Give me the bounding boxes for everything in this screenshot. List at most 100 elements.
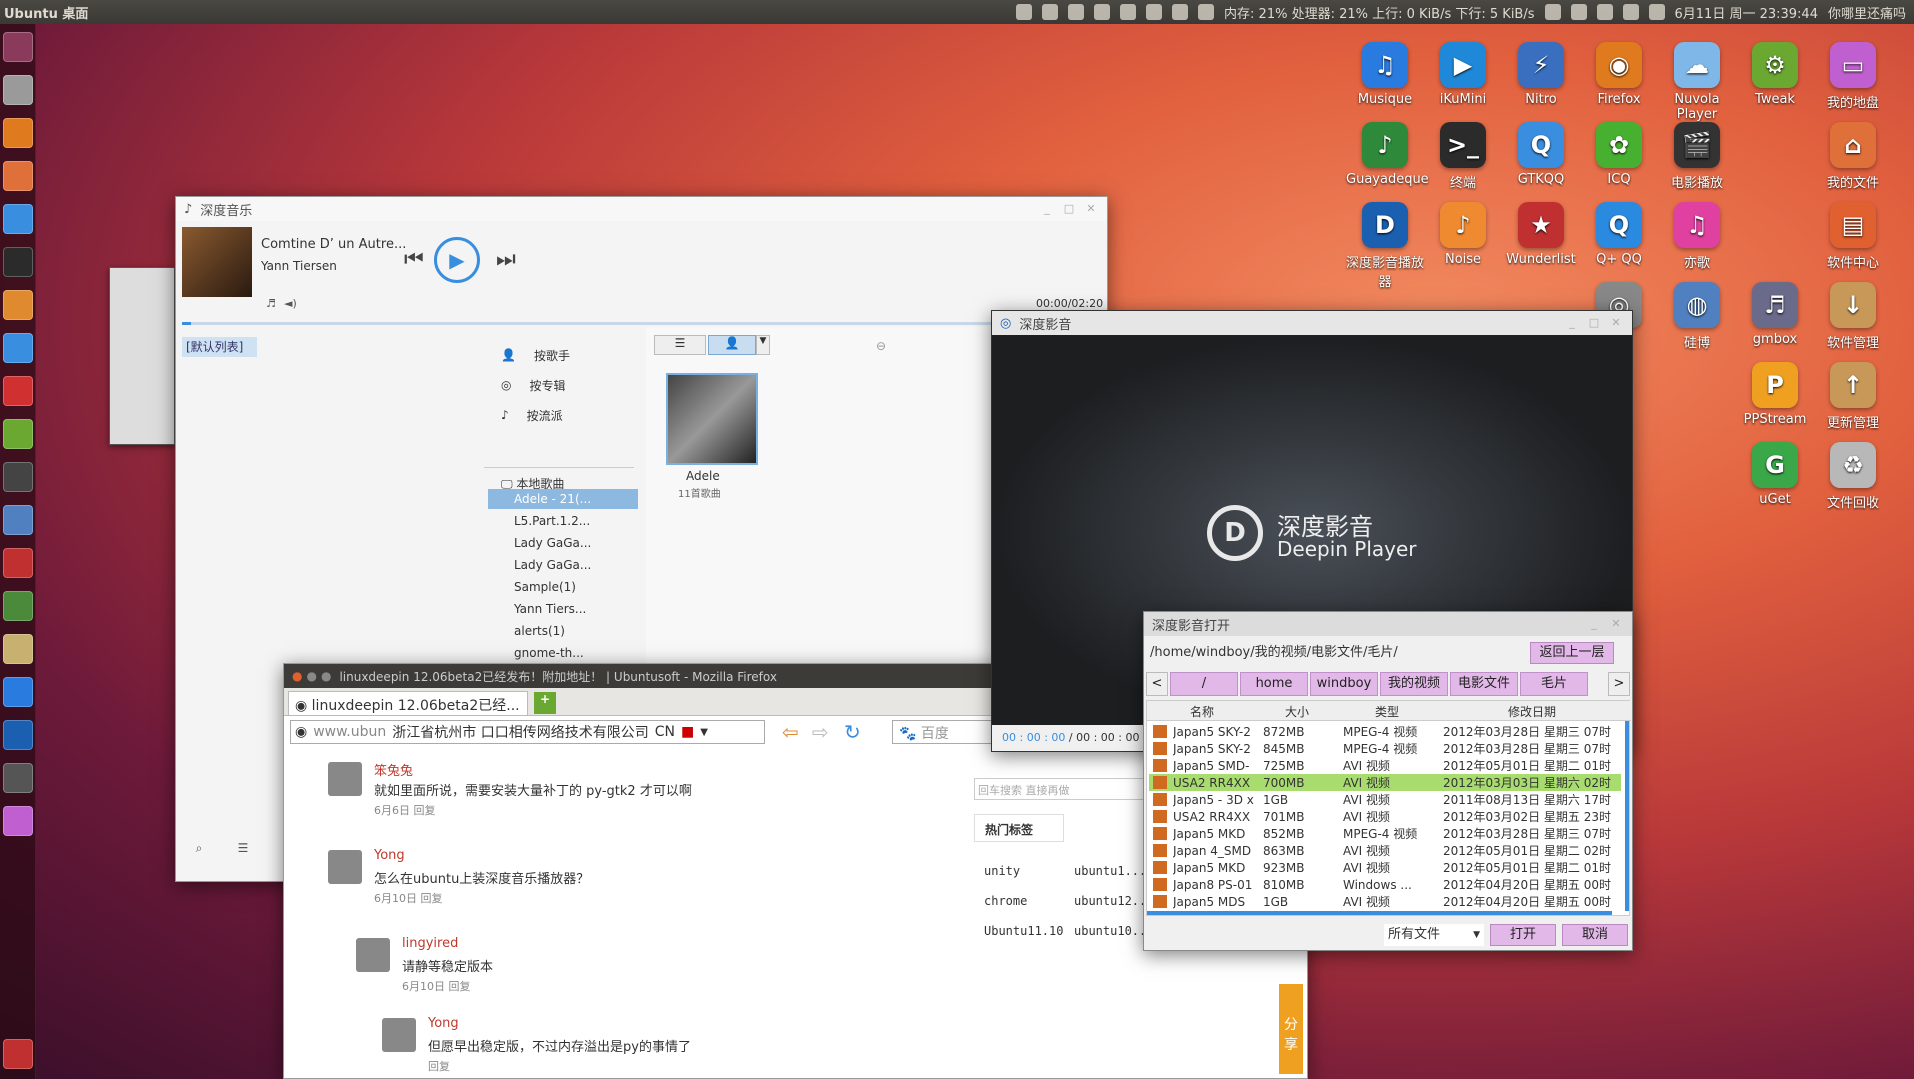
path-next-button[interactable]: > <box>1608 672 1630 696</box>
folder-item[interactable]: alerts(1) <box>488 621 638 641</box>
tasks-icon[interactable] <box>1198 4 1215 20</box>
desktop-icon-2[interactable]: ⚡ Nitro <box>1502 42 1580 107</box>
prev-button[interactable]: ⏮ <box>404 247 424 272</box>
folder-item[interactable]: Lady GaGa... <box>488 555 638 575</box>
clock[interactable]: 6月11日 周一 23:39:44 <box>1675 3 1818 22</box>
file-row[interactable]: Japan8 PS-01 810MB Windows ... 2012年04月20日 … <box>1149 876 1621 893</box>
trash-icon[interactable] <box>3 1039 33 1069</box>
minimize-button[interactable]: ● <box>306 669 316 683</box>
music-launcher-icon[interactable] <box>3 677 33 707</box>
file-row[interactable]: Japan5 MKD 923MB AVI 视频 2012年05月01日 星期二 01时 <box>1149 859 1621 876</box>
play-button[interactable]: ▶ <box>434 237 480 283</box>
view-dropdown[interactable]: ▼ <box>756 335 770 355</box>
qq-launcher-icon[interactable] <box>3 333 33 363</box>
qq-icon[interactable] <box>1094 4 1111 20</box>
column-header[interactable]: 修改日期 <box>1437 703 1627 720</box>
seek-bar[interactable] <box>182 322 1102 325</box>
up-level-button[interactable]: 返回上一层 <box>1530 642 1614 664</box>
desktop-icon-18[interactable]: ▤ 软件中心 <box>1814 202 1892 271</box>
tweak-launcher-icon[interactable] <box>3 419 33 449</box>
vertical-scrollbar[interactable] <box>1625 721 1629 911</box>
desktop-icon-6[interactable]: ▭ 我的地盘 <box>1814 42 1892 111</box>
list-view-button[interactable]: ☰ <box>654 335 706 355</box>
file-row[interactable]: Japan5 - 3D x 1GB AVI 视频 2011年08月13日 星期六 17… <box>1149 791 1621 808</box>
comment-author[interactable]: 笨兔兔 <box>374 760 413 779</box>
path-segment[interactable]: 电影文件 <box>1450 672 1518 696</box>
updown-icon[interactable] <box>1622 4 1639 20</box>
column-header[interactable]: 名称 <box>1147 703 1257 720</box>
folder-item[interactable]: Yann Tiers... <box>488 599 638 619</box>
file-row[interactable]: Japan5 SKY-2 872MB MPEG-4 视频 2012年03月28日 星期… <box>1149 723 1621 740</box>
file-row[interactable]: Japan5 MDS 1GB AVI 视频 2012年04月20日 星期五 00时 <box>1149 893 1621 910</box>
volume-icon[interactable] <box>1648 4 1665 20</box>
desktop-icon-11[interactable]: 🎬 电影播放 <box>1658 122 1736 191</box>
bluetooth-icon[interactable] <box>1596 4 1613 20</box>
file-row[interactable]: Japan 4_SMD 863MB AVI 视频 2012年05月01日 星期二 02… <box>1149 842 1621 859</box>
desktop-icon-25[interactable]: GuGet <box>1736 442 1814 507</box>
alarm-icon[interactable] <box>1146 4 1163 20</box>
column-header[interactable]: 类型 <box>1337 703 1437 720</box>
weibo-icon[interactable] <box>3 376 33 406</box>
desktop-icon-17[interactable]: ♫ 亦歌 <box>1658 202 1736 271</box>
back-button[interactable]: ⇦ <box>782 720 799 744</box>
cloud-icon[interactable] <box>1042 4 1059 20</box>
maximize-button[interactable]: ● <box>321 669 331 683</box>
home-folder-icon[interactable] <box>3 161 33 191</box>
keyboard-icon[interactable] <box>1016 4 1033 20</box>
open-button[interactable]: 打开 <box>1490 924 1556 946</box>
desktop-icon-1[interactable]: ▶ iKuMini <box>1424 42 1502 107</box>
reply-link[interactable]: 回复 <box>449 980 471 993</box>
reply-link[interactable]: 回复 <box>428 1060 450 1073</box>
path-segment[interactable]: 我的视频 <box>1380 672 1448 696</box>
path-segment[interactable]: windboy <box>1310 672 1378 696</box>
speaker-icon[interactable] <box>3 634 33 664</box>
tag-link[interactable]: ubuntu1... <box>1074 864 1146 878</box>
moon-icon[interactable] <box>1068 4 1085 20</box>
url-dropdown-icon[interactable]: ▼ <box>700 727 708 738</box>
user-menu[interactable]: 你哪里还痛吗 <box>1828 3 1906 22</box>
globe-icon[interactable] <box>3 505 33 535</box>
close-button[interactable]: ● <box>292 669 302 683</box>
settings-icon[interactable] <box>3 75 33 105</box>
search-box[interactable]: 🐾 百度 <box>892 720 992 744</box>
folder-item[interactable]: Sample(1) <box>488 577 638 597</box>
path-prev-button[interactable]: < <box>1146 672 1168 696</box>
file-filter-select[interactable]: 所有文件 ▼ <box>1384 924 1484 946</box>
reply-link[interactable]: 回复 <box>414 804 436 817</box>
search-icon[interactable]: ⌕ <box>196 841 203 861</box>
forward-button[interactable]: ⇨ <box>812 720 829 744</box>
minimize-button[interactable]: _ <box>1564 316 1580 330</box>
category-item[interactable]: ♪ 按流派 <box>501 405 563 425</box>
minimize-button[interactable]: _ <box>1586 617 1602 631</box>
file-row[interactable]: Japan5 SMD- 725MB AVI 视频 2012年05月01日 星期二 01… <box>1149 757 1621 774</box>
desktop-icon-15[interactable]: ★ Wunderlist <box>1502 202 1580 267</box>
window-thumbnail[interactable] <box>109 267 175 445</box>
adele-album-cover[interactable] <box>666 373 758 465</box>
network-icon[interactable] <box>1172 4 1189 20</box>
maximize-button[interactable]: □ <box>1586 316 1602 330</box>
um-icon[interactable] <box>3 591 33 621</box>
close-button[interactable]: ✕ <box>1083 202 1099 216</box>
desktop-icon-5[interactable]: ⚙ Tweak <box>1736 42 1814 107</box>
tag-link[interactable]: ubuntu12... <box>1074 894 1153 908</box>
add-icon[interactable] <box>3 247 33 277</box>
cancel-button[interactable]: 取消 <box>1562 924 1628 946</box>
deepin-player-launcher-icon[interactable] <box>3 720 33 750</box>
horizontal-scrollbar[interactable] <box>1147 911 1612 915</box>
desktop-icon-21[interactable]: ♬ gmbox <box>1736 282 1814 347</box>
dash-icon[interactable] <box>3 32 33 62</box>
desktop-icon-20[interactable]: ◍ 硅博 <box>1658 282 1736 351</box>
column-header[interactable]: 大小 <box>1257 703 1337 720</box>
new-tab-button[interactable]: + <box>534 692 556 714</box>
file-row[interactable]: Japan5 MKD 852MB MPEG-4 视频 2012年03月28日 星期三 … <box>1149 825 1621 842</box>
desktop-icon-9[interactable]: Q GTKQQ <box>1502 122 1580 187</box>
file-row[interactable]: Japan5 SKY-2 845MB MPEG-4 视频 2012年03月28日 星期… <box>1149 740 1621 757</box>
file-row[interactable]: USA2 RR4XX 701MB AVI 视频 2012年03月02日 星期五 23时 <box>1149 808 1621 825</box>
browser-tab[interactable]: ◉ linuxdeepin 12.06beta2已经... <box>288 691 528 716</box>
folder-item[interactable]: Adele - 21(... <box>488 489 638 509</box>
desktop-icon-13[interactable]: D 深度影音播放器 <box>1346 202 1424 290</box>
desktop-icon-16[interactable]: Q Q+ QQ <box>1580 202 1658 267</box>
grid-view-button[interactable]: 👤 <box>708 335 756 355</box>
movie-launcher-icon[interactable] <box>3 462 33 492</box>
dropbox-icon[interactable] <box>1120 4 1137 20</box>
